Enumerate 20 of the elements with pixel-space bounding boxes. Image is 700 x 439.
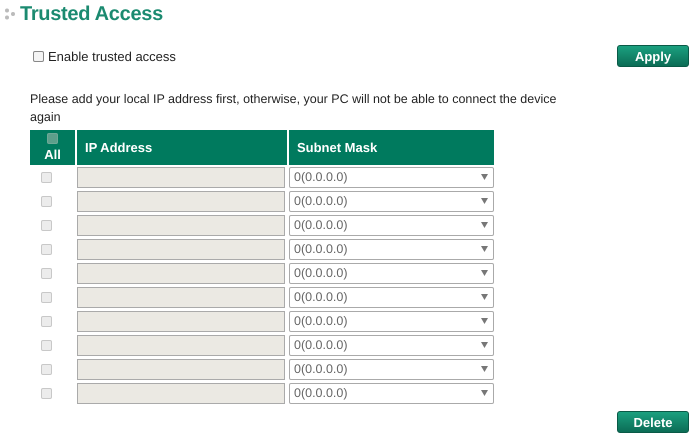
caret-icon <box>481 270 488 276</box>
checkbox-label: Enable trusted access <box>48 48 176 64</box>
caret-icon <box>481 198 488 204</box>
notice-text: Please add your local IP address first, otherwise, your PC will not be able to connect the device again <box>30 91 558 126</box>
caret-icon <box>481 318 488 324</box>
caret-icon <box>481 366 488 372</box>
caret-icon <box>481 342 488 348</box>
caret-icon <box>481 174 488 180</box>
caret-icon <box>481 222 488 228</box>
column-header: IP Address <box>77 130 287 165</box>
checkbox[interactable] <box>33 50 44 62</box>
column-header: Subnet Mask <box>289 130 494 165</box>
page-title: Trusted Access <box>20 2 163 26</box>
column-label: All <box>44 147 61 162</box>
delete-button[interactable]: Delete <box>617 411 689 433</box>
apply-button[interactable]: Apply <box>617 45 689 67</box>
caret-icon <box>481 246 488 252</box>
dots-icon <box>4 8 16 20</box>
caret-icon <box>481 390 488 396</box>
caret-icon <box>481 294 488 300</box>
